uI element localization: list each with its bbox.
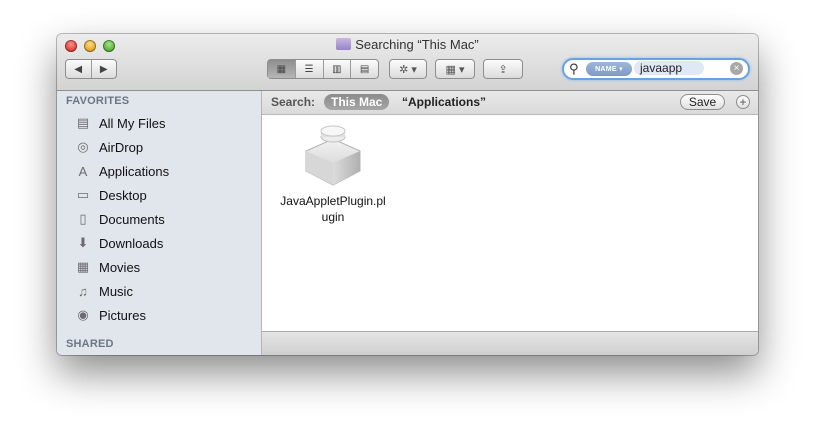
forward-button[interactable]: ▶	[92, 60, 117, 78]
shared-heading: SHARED	[66, 338, 114, 350]
list-icon: ☰	[304, 63, 314, 75]
search-query-text[interactable]: javaapp	[634, 61, 704, 75]
sidebar-item-all-my-files[interactable]: ▤ All My Files	[74, 112, 254, 134]
gear-icon: ✲ ▾	[399, 63, 417, 76]
smart-folder-icon	[336, 38, 352, 50]
arrange-menu-button[interactable]: ▦ ▾	[435, 59, 475, 79]
back-forward-control: ◀ ▶	[65, 59, 117, 79]
clear-search-icon[interactable]: ×	[730, 62, 743, 75]
downloads-icon: ⬇	[77, 235, 89, 250]
grid-icon: ▦	[276, 63, 287, 75]
sidebar-item-label: AirDrop	[99, 139, 144, 155]
sidebar-item-airdrop[interactable]: ◎ AirDrop	[74, 136, 254, 158]
search-scope-label: Search:	[271, 95, 316, 109]
action-menu-button[interactable]: ✲ ▾	[389, 59, 427, 79]
sidebar-item-label: Movies	[99, 259, 141, 275]
sidebar-item-label: All My Files	[99, 115, 166, 131]
sidebar-item-music[interactable]: ♫ Music	[74, 280, 254, 302]
search-token-name[interactable]: NAME ▾	[586, 62, 632, 76]
columns-icon: ▥	[332, 63, 342, 75]
sidebar-item-desktop[interactable]: ▭ Desktop	[74, 184, 254, 206]
sidebar-item-label: Pictures	[99, 307, 146, 323]
titlebar: Searching “This Mac” ◀ ▶ ▦ ☰ ▥ ▤ ✲ ▾ ▦ ▾…	[57, 34, 758, 91]
sidebar-item-label: Downloads	[99, 235, 164, 251]
save-search-button[interactable]: Save	[680, 94, 725, 110]
sidebar-item-movies[interactable]: ▦ Movies	[74, 256, 254, 278]
sidebar-item-label: Applications	[99, 163, 170, 179]
finder-window: Searching “This Mac” ◀ ▶ ▦ ☰ ▥ ▤ ✲ ▾ ▦ ▾…	[57, 34, 758, 355]
add-criteria-button[interactable]: +	[736, 95, 750, 109]
window-title: Searching “This Mac”	[57, 37, 758, 52]
result-item-name: JavaAppletPlugin.pl ugin	[280, 194, 386, 224]
movies-icon: ▦	[76, 259, 90, 274]
sidebar-item-pictures[interactable]: ◉ Pictures	[74, 304, 254, 326]
icon-view-button[interactable]: ▦	[268, 60, 296, 78]
search-field[interactable]: ⚲ NAME ▾ javaapp ×	[562, 58, 750, 80]
applications-icon: A	[78, 163, 88, 179]
coverflow-icon: ▤	[359, 63, 370, 75]
back-arrow-icon: ◀	[74, 63, 83, 75]
sidebar-item-label: Music	[99, 283, 133, 299]
forward-arrow-icon: ▶	[99, 63, 108, 75]
documents-icon: ▯	[79, 211, 87, 226]
plugin-bundle-icon	[305, 125, 361, 186]
scope-this-mac-button[interactable]: This Mac	[324, 94, 390, 110]
desktop-icon: ▭	[76, 187, 90, 202]
airdrop-icon: ◎	[77, 139, 89, 154]
search-results-area: JavaAppletPlugin.pl ugin	[262, 115, 758, 331]
search-scope-bar: Search: This Mac “Applications” Save +	[262, 91, 758, 115]
sidebar-item-label: Documents	[99, 211, 165, 227]
all-files-icon: ▤	[76, 115, 90, 130]
column-view-button[interactable]: ▥	[324, 60, 352, 78]
share-button[interactable]: ⇪	[483, 59, 523, 79]
sidebar-item-applications[interactable]: A Applications	[74, 160, 254, 182]
scope-applications-button[interactable]: “Applications”	[402, 95, 486, 109]
view-mode-control: ▦ ☰ ▥ ▤	[267, 59, 379, 79]
pictures-icon: ◉	[77, 307, 89, 322]
sidebar-item-documents[interactable]: ▯ Documents	[74, 208, 254, 230]
back-button[interactable]: ◀	[66, 60, 92, 78]
favorites-heading: FAVORITES	[66, 95, 130, 107]
music-icon: ♫	[78, 283, 88, 299]
sidebar-item-downloads[interactable]: ⬇ Downloads	[74, 232, 254, 254]
sidebar-item-label: Desktop	[99, 187, 147, 203]
status-bar	[262, 331, 758, 355]
coverflow-view-button[interactable]: ▤	[351, 60, 378, 78]
share-icon: ⇪	[498, 63, 508, 76]
arrange-grid-icon: ▦ ▾	[445, 63, 465, 76]
sidebar: FAVORITES ▤ All My Files ◎ AirDrop A App…	[57, 91, 262, 355]
magnifier-icon: ⚲	[569, 61, 579, 76]
list-view-button[interactable]: ☰	[296, 60, 324, 78]
